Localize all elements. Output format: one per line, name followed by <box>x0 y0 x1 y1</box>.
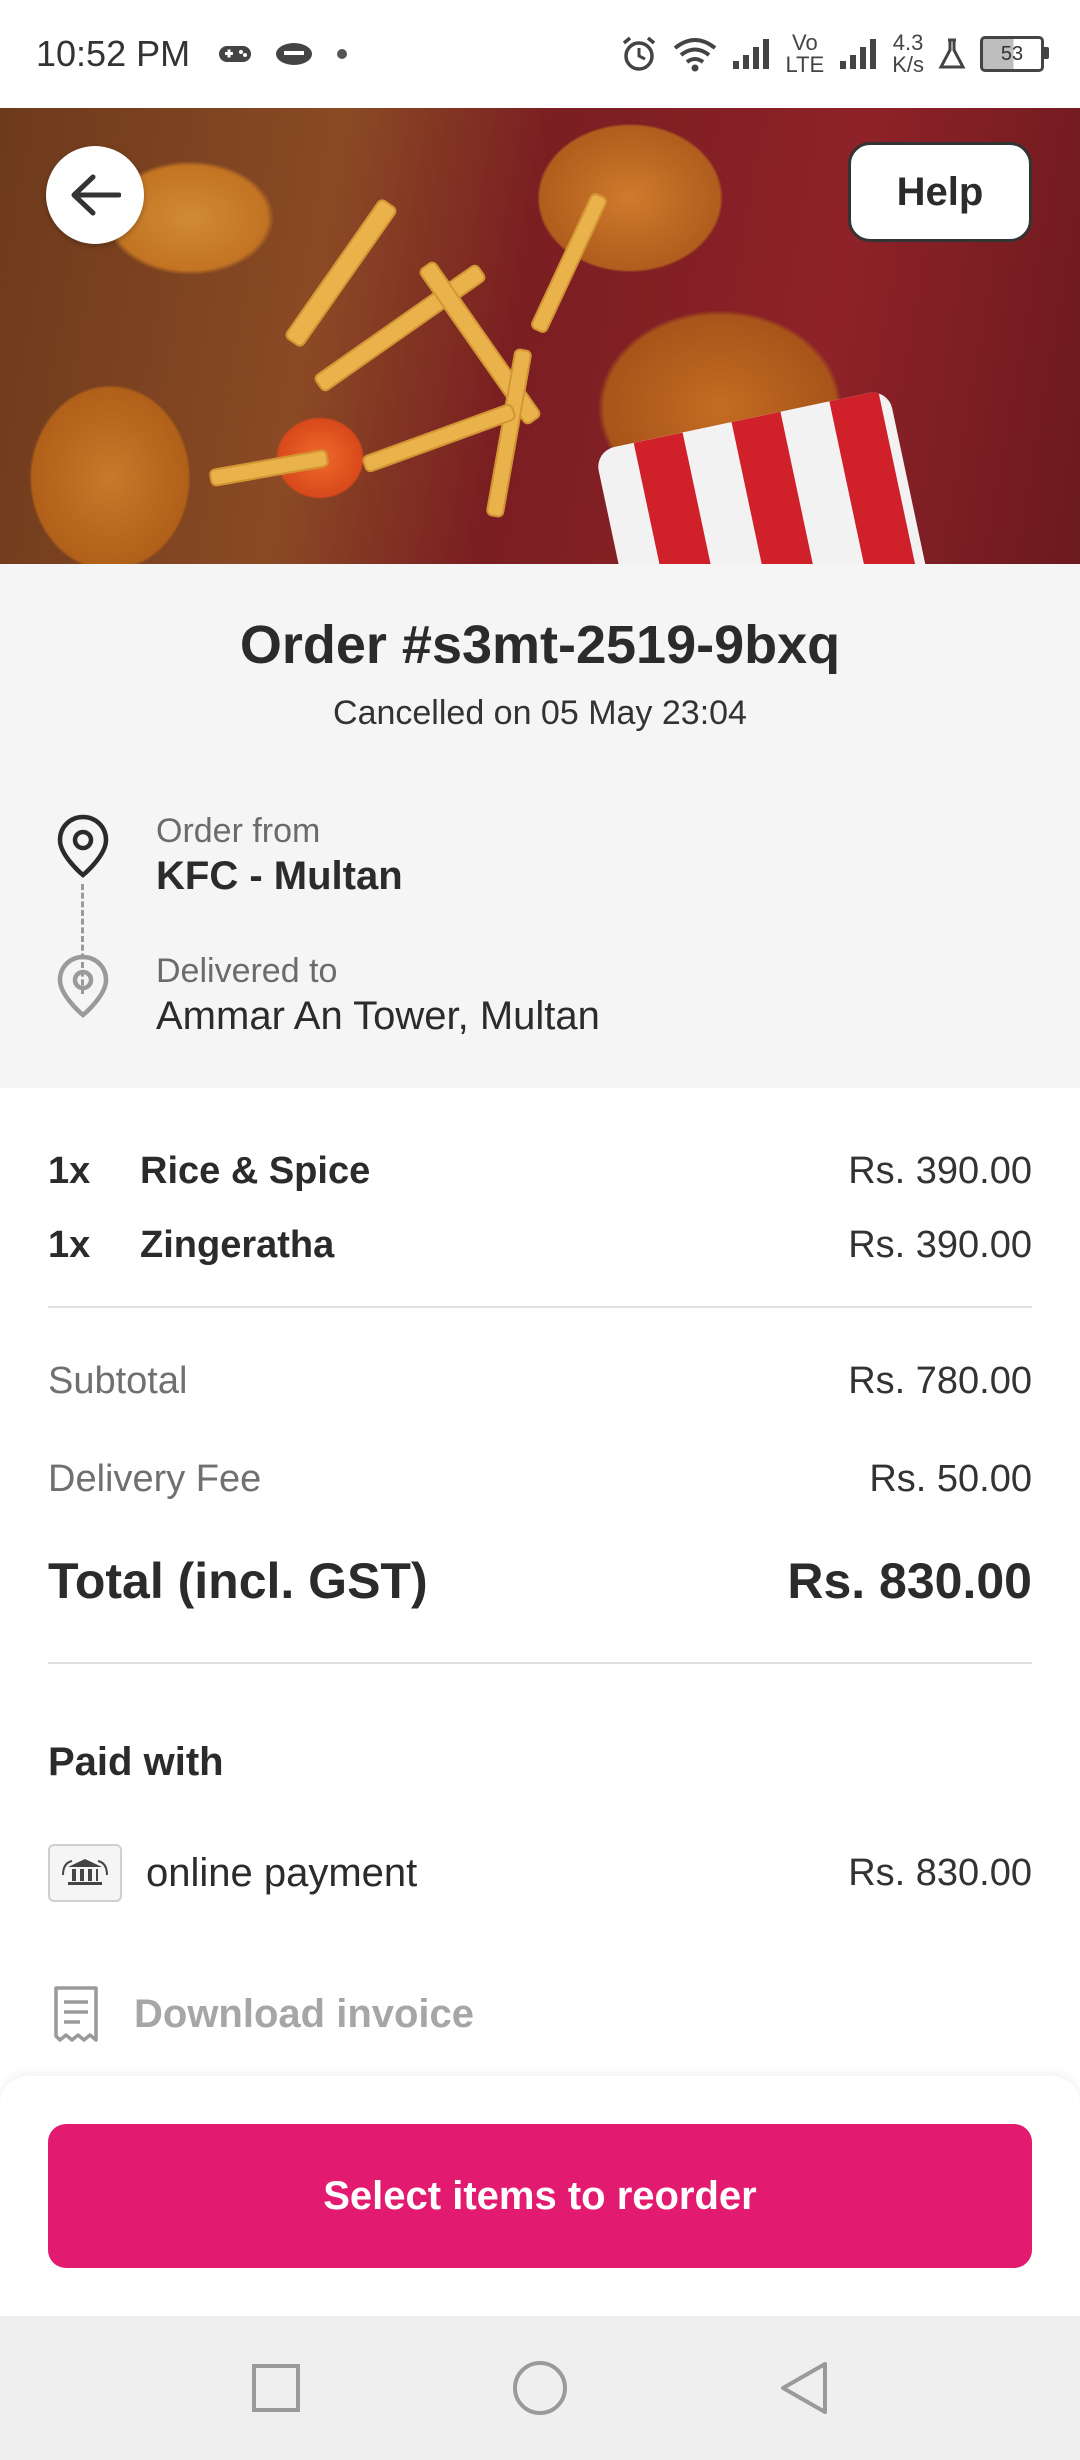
order-item-row: 1x Zingeratha Rs. 390.00 <box>48 1224 1032 1267</box>
network-speed: 4.3 K/s <box>892 32 924 76</box>
help-button[interactable]: Help <box>848 142 1032 242</box>
order-title: Order #s3mt-2519-9bxq <box>239 615 841 675</box>
wifi-icon <box>674 38 717 72</box>
battery-indicator: 53 <box>980 36 1049 72</box>
home-icon[interactable] <box>511 2359 569 2417</box>
order-from-value: KFC - Multan <box>156 854 403 898</box>
bank-icon <box>48 1844 122 1902</box>
paid-with-title: Paid with <box>48 1740 224 1784</box>
location-pin-outline-icon <box>57 954 109 1018</box>
status-time: 10:52 PM <box>36 33 191 74</box>
subtotal-row: Subtotal Rs. 780.00 <box>48 1360 1032 1403</box>
delivery-fee-value: Rs. 50.00 <box>869 1458 1032 1500</box>
volte-bottom: LTE <box>785 52 825 77</box>
volte-top: Vo <box>791 30 818 55</box>
delivery-fee-label: Delivery Fee <box>48 1458 262 1500</box>
delivery-fee-row: Delivery Fee Rs. 50.00 <box>48 1458 1032 1501</box>
network-speed-unit: K/s <box>892 52 924 77</box>
flask-icon <box>938 38 966 69</box>
status-bar: 10:52 PM Vo LTE 4.3 K/s 53 <box>0 0 1080 108</box>
items-divider <box>48 1306 1032 1308</box>
item-price: Rs. 390.00 <box>848 1224 1032 1266</box>
item-quantity: 1x <box>48 1224 91 1266</box>
subtotal-value: Rs. 780.00 <box>848 1360 1032 1402</box>
total-row: Total (incl. GST) Rs. 830.00 <box>48 1552 1032 1610</box>
back-triangle-icon[interactable] <box>779 2360 829 2416</box>
signal-icon-1 <box>733 39 770 69</box>
order-status: Cancelled on 05 May 23:04 <box>333 694 747 732</box>
item-name: Zingeratha <box>140 1224 335 1266</box>
status-right-icons: Vo LTE 4.3 K/s 53 <box>619 32 1049 76</box>
receipt-icon <box>54 1986 98 2042</box>
item-price: Rs. 390.00 <box>848 1150 1032 1192</box>
subtotal-label: Subtotal <box>48 1360 188 1402</box>
alarm-icon <box>623 36 656 71</box>
status-left-icons <box>218 41 348 67</box>
payment-amount: Rs. 830.00 <box>848 1851 1032 1894</box>
system-navigation-bar <box>0 2316 1080 2460</box>
gamepad-icon <box>219 46 252 62</box>
total-label: Total (incl. GST) <box>48 1553 428 1609</box>
item-name: Rice & Spice <box>140 1150 371 1192</box>
order-from-label: Order from <box>156 812 321 850</box>
network-speed-value: 4.3 <box>892 30 924 55</box>
dot-icon <box>337 49 348 59</box>
paid-with-row: Paid with <box>48 1740 1032 1785</box>
download-invoice-link[interactable]: Download invoice <box>48 1984 1032 2044</box>
download-invoice-label[interactable]: Download invoice <box>134 1992 474 2037</box>
bottom-action-bar: Select items to reorder <box>0 2076 1080 2316</box>
back-button[interactable] <box>46 146 144 244</box>
app-notification-icon <box>276 43 313 65</box>
total-value: Rs. 830.00 <box>787 1553 1032 1609</box>
delivered-to-value: Ammar An Tower, Multan <box>156 994 600 1038</box>
payment-method-row: online payment Rs. 830.00 <box>48 1844 1032 1902</box>
item-quantity: 1x <box>48 1150 91 1192</box>
arrow-left-icon <box>71 174 121 216</box>
select-items-to-reorder-button[interactable]: Select items to reorder <box>48 2124 1032 2268</box>
order-item-row: 1x Rice & Spice Rs. 390.00 <box>48 1150 1032 1193</box>
location-pin-icon <box>57 814 109 878</box>
delivered-to-label: Delivered to <box>156 952 338 990</box>
volte-indicator: Vo LTE <box>785 32 824 76</box>
signal-icon-2 <box>840 39 877 69</box>
payment-method: online payment <box>146 1850 418 1895</box>
summary-divider <box>48 1662 1032 1664</box>
order-header-section: Order #s3mt-2519-9bxq Cancelled on 05 Ma… <box>0 564 1080 1088</box>
recent-apps-icon[interactable] <box>251 2363 301 2413</box>
kfc-bucket <box>594 388 926 564</box>
